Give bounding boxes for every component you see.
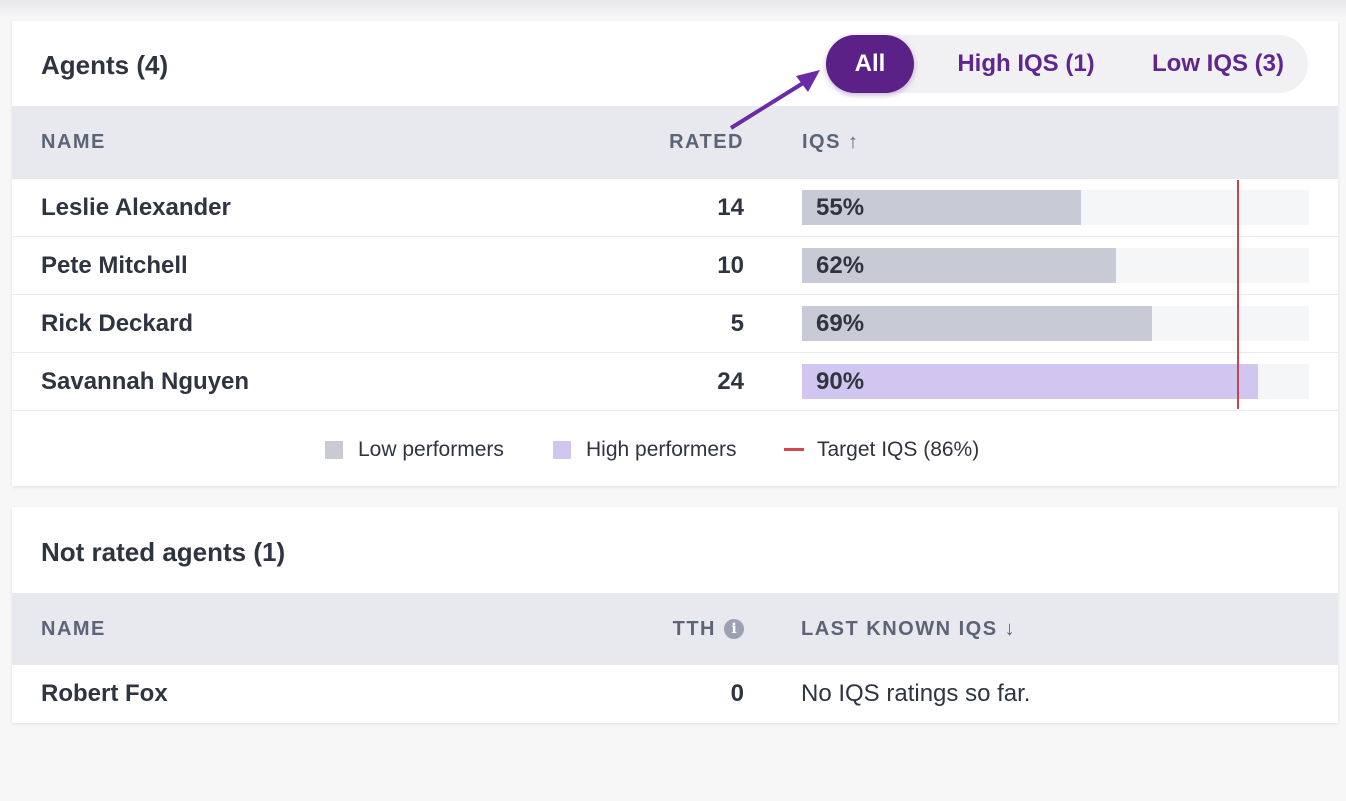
not-rated-agents-title: Not rated agents (1) [41,537,286,567]
agent-rated-count: 24 [717,368,744,395]
table-row[interactable]: Pete Mitchell 10 62% [12,237,1338,295]
not-rated-agents-card: Not rated agents (1) NAME TTH i LAST KNOW… [12,507,1338,723]
page-top-shadow [0,0,1346,18]
filter-all-button[interactable]: All [826,35,914,93]
column-header-tth-label: TTH [672,618,716,640]
legend-swatch-low [325,441,343,459]
iqs-value: 69% [816,310,865,337]
iqs-bar-track: 55% [802,190,1309,225]
target-iqs-line [1237,180,1239,409]
agent-name: Savannah Nguyen [41,368,250,395]
chart-legend: Low performers High performers Target IQ… [12,435,1338,465]
legend-swatch-high [553,441,571,459]
iqs-bar [802,364,1258,399]
column-header-iqs[interactable]: IQS ↑ [802,106,860,179]
table-row[interactable]: Leslie Alexander 14 55% [12,179,1338,237]
column-header-name[interactable]: NAME [41,593,106,665]
legend-swatch-target [784,448,804,451]
legend-label-high: High performers [586,438,737,461]
agent-rated-count: 10 [717,252,744,279]
iqs-bar-track: 69% [802,306,1309,341]
table-row[interactable]: Savannah Nguyen 24 90% [12,353,1338,411]
iqs-filter-segmented-control: All High IQS (1) Low IQS (3) [826,35,1308,93]
agent-rated-count: 5 [730,310,744,337]
legend-label-low: Low performers [358,438,504,461]
iqs-bar-track: 62% [802,248,1309,283]
column-header-tth[interactable]: TTH i [673,593,744,665]
filter-low-iqs-button[interactable]: Low IQS (3) [1138,35,1298,93]
not-rated-table-header: NAME TTH i LAST KNOWN IQS ↓ [12,593,1338,665]
table-row[interactable]: Rick Deckard 5 69% [12,295,1338,353]
legend-item-low: Low performers [325,435,504,465]
table-row[interactable]: Robert Fox 0 No IQS ratings so far. [12,665,1338,723]
last-known-iqs: No IQS ratings so far. [801,680,1031,707]
legend-item-target: Target IQS (86%) [784,435,979,465]
agents-table-header: NAME RATED IQS ↑ [12,106,1338,179]
agent-tth: 0 [730,680,744,707]
agent-name: Pete Mitchell [41,252,188,279]
agent-name: Rick Deckard [41,310,194,337]
legend-item-high: High performers [553,435,737,465]
iqs-value: 55% [816,194,865,221]
column-header-rated[interactable]: RATED [669,106,744,179]
agents-title: Agents (4) [41,50,169,80]
iqs-value: 62% [816,252,865,279]
filter-high-iqs-button[interactable]: High IQS (1) [936,35,1116,93]
column-header-last-known-iqs[interactable]: LAST KNOWN IQS ↓ [801,593,1016,665]
agent-name: Robert Fox [41,680,168,707]
agents-card: Agents (4) All High IQS (1) Low IQS (3) … [12,21,1338,486]
agent-name: Leslie Alexander [41,194,231,221]
legend-label-target: Target IQS (86%) [817,438,980,461]
column-header-name[interactable]: NAME [41,106,106,179]
iqs-value: 90% [816,368,865,395]
agent-rated-count: 14 [717,194,744,221]
iqs-bar-track: 90% [802,364,1309,399]
info-icon[interactable]: i [724,619,744,639]
